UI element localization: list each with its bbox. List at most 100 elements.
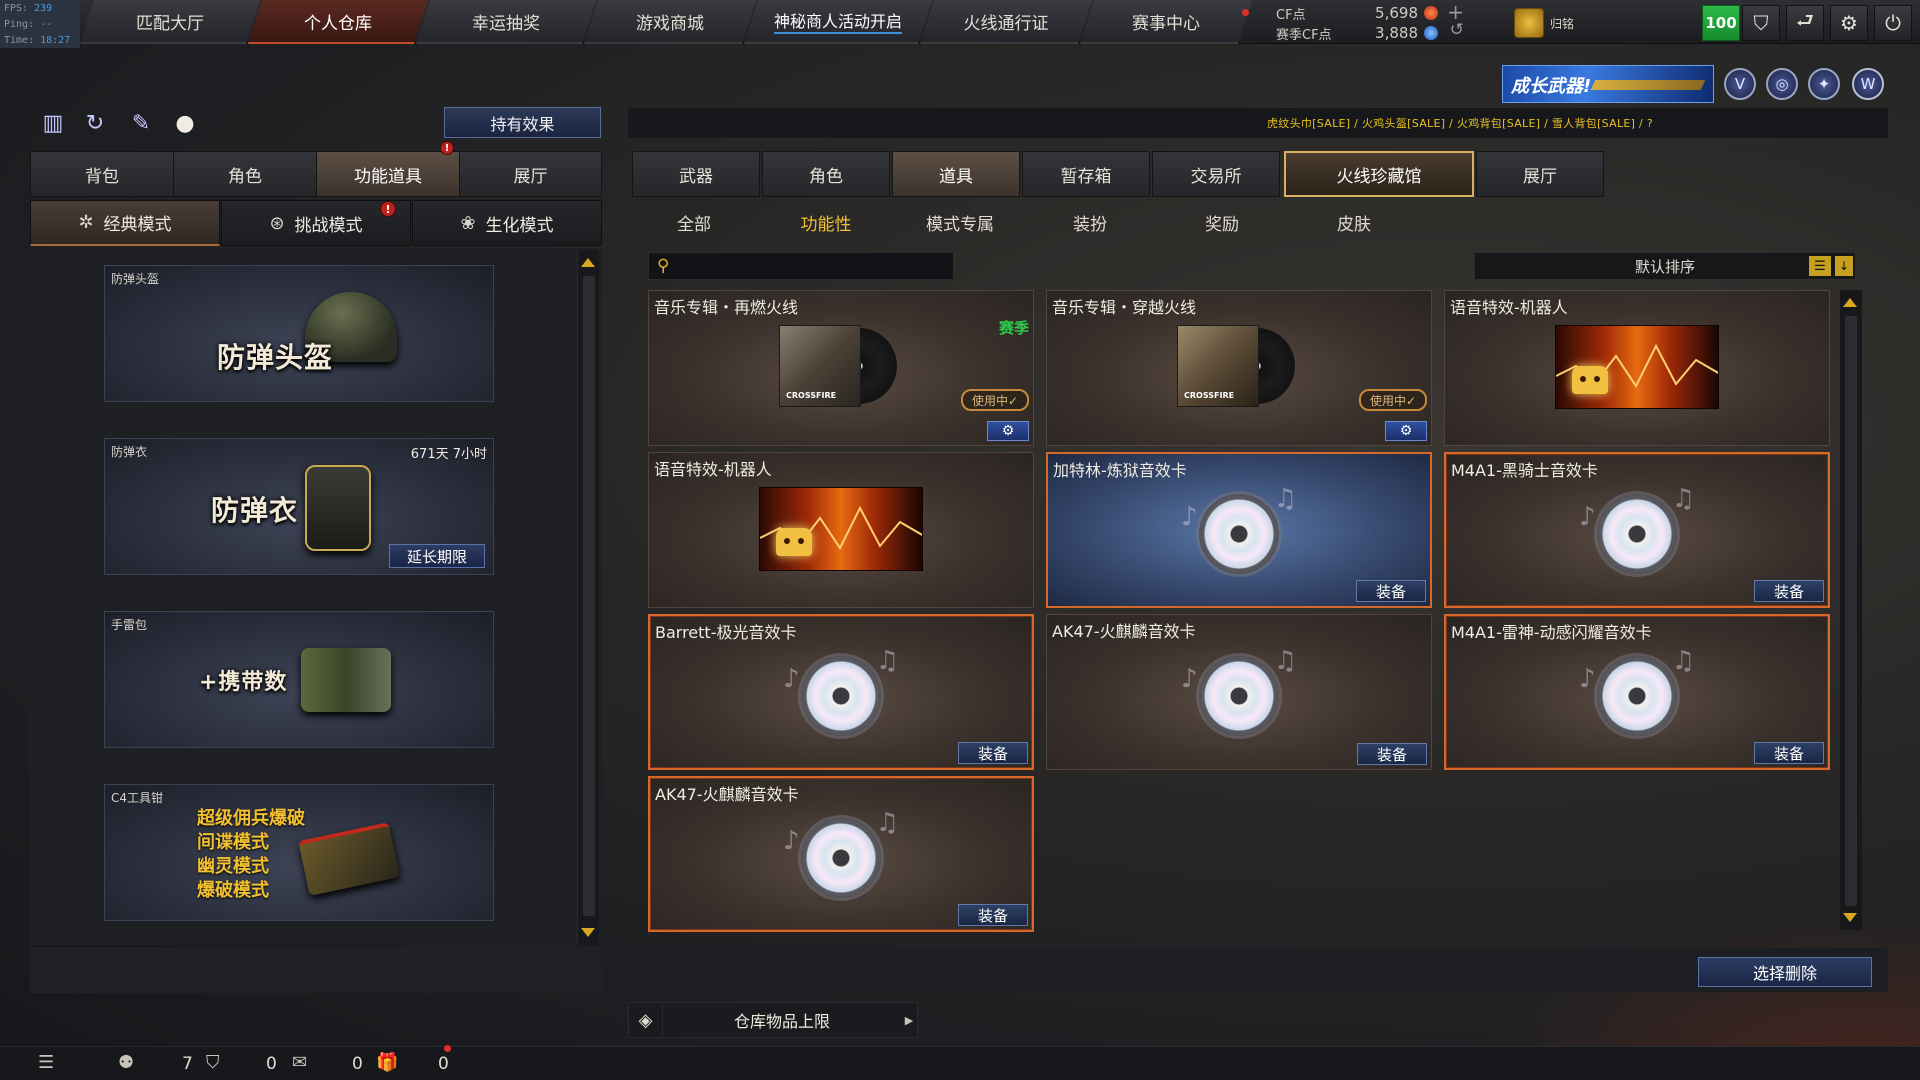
extend-duration-button[interactable]: 延长期限 <box>389 544 485 568</box>
scroll-up-icon[interactable] <box>581 258 595 267</box>
storage-capacity-bar[interactable]: ◈ 仓库物品上限 ▶ <box>628 1002 918 1038</box>
item-card-sound-card[interactable]: M4A1-雷神-动感闪耀音效卡 ♪ ♫ 装备 <box>1444 614 1830 770</box>
return-icon[interactable]: ⮐ <box>1786 5 1824 41</box>
subtab-all[interactable]: 全部 <box>652 204 736 240</box>
cf-label: CF点 <box>1276 8 1306 23</box>
item-card-album[interactable]: 音乐专辑・穿越火线 CROSSFIRE 使用中✓ ⚙ <box>1046 290 1432 446</box>
clan-count: 0 <box>266 1054 277 1074</box>
settings-gear-button[interactable]: ⚙ <box>1385 421 1427 441</box>
item-card-sound-card[interactable]: AK47-火麒麟音效卡 ♪ ♫ 装备 <box>648 776 1034 932</box>
wing-badge-icon[interactable]: W <box>1852 68 1884 100</box>
left-tab-character[interactable]: 角色 <box>173 151 317 197</box>
subtab-skins[interactable]: 皮肤 <box>1312 204 1396 240</box>
item-art-title: +携带数 <box>199 670 288 695</box>
gift-icon[interactable]: 🎁 <box>376 1052 398 1073</box>
nav-tab-game-store[interactable]: 游戏商城 <box>584 0 756 44</box>
spray-icon[interactable]: ✎ <box>126 108 156 138</box>
menu-list-icon[interactable]: ☰ <box>38 1052 54 1073</box>
right-scrollbar[interactable] <box>1840 290 1862 930</box>
right-tab-weapons[interactable]: 武器 <box>632 151 760 197</box>
item-card-grenade-pack[interactable]: 手雷包 +携带数 <box>104 611 494 748</box>
chat-icon[interactable]: ✉ <box>292 1052 307 1073</box>
item-card-sound-card[interactable]: AK47-火麒麟音效卡 ♪ ♫ 装备 <box>1046 614 1432 770</box>
left-tab-showroom[interactable]: 展厅 <box>459 151 602 197</box>
right-tab-collection-hall[interactable]: 火线珍藏馆 <box>1284 151 1474 197</box>
nav-tab-match-lobby[interactable]: 匹配大厅 <box>80 0 260 44</box>
level-badge: 100 <box>1702 5 1740 41</box>
item-card-helmet[interactable]: 防弹头盔 防弹头盔 <box>104 265 494 402</box>
equip-button[interactable]: 装备 <box>958 742 1028 764</box>
music-disc-icon: ♪ ♫ <box>1181 646 1297 742</box>
scroll-thumb[interactable] <box>1845 316 1857 906</box>
search-input[interactable] <box>683 255 947 277</box>
promo-banner[interactable]: 成长武器! <box>1502 65 1714 103</box>
equip-button[interactable]: 装备 <box>1754 742 1824 764</box>
right-tab-character[interactable]: 角色 <box>762 151 890 197</box>
mode-tab-classic[interactable]: ✲ 经典模式 <box>30 200 220 246</box>
search-box[interactable]: ⚲ <box>648 252 954 280</box>
left-tab-backpack[interactable]: 背包 <box>30 151 174 197</box>
hold-effect-button[interactable]: 持有效果 <box>444 107 601 138</box>
item-name: 音乐专辑・再燃火线 <box>654 298 799 317</box>
star-badge-icon[interactable]: ✦ <box>1808 68 1840 100</box>
scroll-down-icon[interactable] <box>581 928 595 937</box>
select-delete-button[interactable]: 选择删除 <box>1698 957 1872 987</box>
nav-tab-personal-storage[interactable]: 个人仓库 <box>248 0 428 44</box>
nav-tab-mystery-merchant[interactable]: 神秘商人活动开启 <box>744 0 932 44</box>
item-card-sound-card[interactable]: Barrett-极光音效卡 ♪ ♫ 装备 <box>648 614 1034 770</box>
gear-icon[interactable]: ⚙ <box>1830 5 1868 41</box>
item-card-voice[interactable]: 语音特效-机器人 <box>1444 290 1830 446</box>
left-tab-functional-items[interactable]: 功能道具 <box>316 151 460 197</box>
left-scrollbar[interactable] <box>577 250 599 945</box>
item-card-sound-card[interactable]: M4A1-黑骑士音效卡 ♪ ♫ 装备 <box>1444 452 1830 608</box>
equip-button[interactable]: 装备 <box>1754 580 1824 602</box>
subtab-functional[interactable]: 功能性 <box>784 204 868 240</box>
item-card-c4-tool[interactable]: C4工具钳 超级佣兵爆破 间谍模式 幽灵模式 爆破模式 <box>104 784 494 921</box>
scroll-up-icon[interactable] <box>1843 298 1857 307</box>
item-name: 音乐专辑・穿越火线 <box>1052 298 1197 317</box>
globe-badge-icon[interactable]: ◎ <box>1766 68 1798 100</box>
equip-button[interactable]: 装备 <box>1356 580 1426 602</box>
history-icon[interactable]: ↻ <box>80 108 110 138</box>
ping-value: -- <box>40 19 53 30</box>
nav-tab-event-center[interactable]: 赛事中心 <box>1080 0 1252 44</box>
scroll-thumb[interactable] <box>583 276 595 916</box>
right-tab-temp-storage[interactable]: 暂存箱 <box>1022 151 1150 197</box>
subtab-rewards[interactable]: 奖励 <box>1180 204 1264 240</box>
right-tab-items[interactable]: 道具 <box>892 151 1020 197</box>
item-card-vest[interactable]: 防弹衣 671天 7小时 防弹衣 延长期限 <box>104 438 494 575</box>
sort-order-icon[interactable]: ↓ <box>1835 256 1853 276</box>
subtab-outfit[interactable]: 装扮 <box>1048 204 1132 240</box>
item-card-voice[interactable]: 语音特效-机器人 <box>648 452 1034 608</box>
ranking-icon[interactable]: ▥ <box>38 108 68 138</box>
challenge-icon: ⊛ <box>269 212 285 234</box>
currency-panel: CF点 5,698 + 赛季CF点 3,888 ↺ <box>1270 0 1490 44</box>
item-card-album[interactable]: 音乐专辑・再燃火线 赛季 CROSSFIRE 使用中✓ ⚙ <box>648 290 1034 446</box>
nav-tab-battle-pass[interactable]: 火线通行证 <box>920 0 1092 44</box>
friends-icon[interactable]: ⚉ <box>118 1052 134 1073</box>
sale-ticker[interactable]: 虎纹头巾[SALE] / 火鸡头盔[SALE] / 火鸡背包[SALE] / 雪… <box>628 108 1888 138</box>
right-tab-exchange[interactable]: 交易所 <box>1152 151 1280 197</box>
cf-coin-icon <box>1424 6 1438 20</box>
clan-shield-icon[interactable]: ⛉ <box>206 1052 220 1073</box>
shield-icon[interactable]: ⛉ <box>1742 5 1780 41</box>
subtab-mode-exclusive[interactable]: 模式专属 <box>910 204 1010 240</box>
right-tab-showroom[interactable]: 展厅 <box>1476 151 1604 197</box>
v-badge-icon[interactable]: V <box>1724 68 1756 100</box>
equip-button[interactable]: 装备 <box>1357 743 1427 765</box>
list-view-icon[interactable]: ☰ <box>1809 256 1831 276</box>
mode-tab-biochem[interactable]: ❀ 生化模式 <box>412 200 602 246</box>
scroll-down-icon[interactable] <box>1843 913 1857 922</box>
event-notification-dot <box>1242 9 1249 16</box>
sort-dropdown[interactable]: 默认排序 ☰ ↓ <box>1474 252 1856 280</box>
search-icon[interactable]: ⚲ <box>657 256 669 276</box>
chevron-right-icon[interactable]: ▶ <box>901 1014 917 1027</box>
grenade-icon[interactable]: ● <box>170 108 200 138</box>
power-icon[interactable]: ⏻ <box>1874 5 1912 41</box>
refresh-icon[interactable]: ↺ <box>1450 20 1464 40</box>
item-card-sound-card[interactable]: 加特林-炼狱音效卡 ♪ ♫ 装备 <box>1046 452 1432 608</box>
rank-avatar[interactable] <box>1514 8 1544 38</box>
settings-gear-button[interactable]: ⚙ <box>987 421 1029 441</box>
equip-button[interactable]: 装备 <box>958 904 1028 926</box>
nav-tab-lucky-draw[interactable]: 幸运抽奖 <box>416 0 596 44</box>
